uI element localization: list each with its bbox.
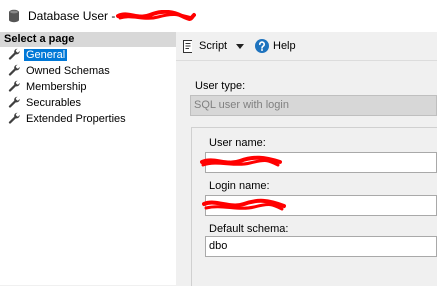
wrench-icon: [8, 48, 20, 60]
help-button[interactable]: Help: [255, 38, 296, 54]
wrench-icon: [8, 64, 20, 76]
page-selector-panel: Select a page General Owned Schemas Memb…: [0, 32, 177, 285]
wrench-icon: [8, 112, 20, 124]
toolbar-divider: [176, 60, 437, 61]
nav-item-label: Membership: [26, 81, 87, 93]
script-button-label: Script: [199, 40, 228, 52]
panel-header: Select a page: [0, 32, 176, 47]
chevron-down-icon[interactable]: [236, 43, 245, 49]
nav-item-membership[interactable]: Membership: [0, 79, 176, 95]
default-schema-field[interactable]: dbo: [205, 236, 437, 257]
wrench-icon: [8, 80, 20, 92]
title-bar: Database User -: [0, 0, 437, 33]
nav-item-label: Owned Schemas: [26, 65, 110, 77]
redaction-mark: [200, 155, 282, 167]
database-icon: [9, 9, 19, 23]
general-page: Script Help User type: SQL user with log…: [176, 32, 437, 286]
nav-item-label: General: [24, 49, 68, 61]
toolbar: Script Help: [176, 32, 437, 60]
nav-item-general[interactable]: General: [0, 47, 176, 63]
nav-item-owned-schemas[interactable]: Owned Schemas: [0, 63, 176, 79]
wrench-icon: [8, 96, 20, 108]
help-button-label: Help: [273, 40, 296, 52]
help-icon: [255, 39, 269, 53]
nav-item-label: Securables: [26, 97, 82, 109]
window-title: Database User -: [28, 9, 116, 23]
nav-item-label: Extended Properties: [26, 113, 126, 125]
redaction-mark: [202, 198, 286, 211]
login-name-label: Login name:: [209, 180, 270, 192]
user-type-field[interactable]: SQL user with login: [190, 95, 437, 116]
default-schema-label: Default schema:: [209, 223, 289, 235]
redaction-mark: [116, 10, 196, 21]
nav-item-securables[interactable]: Securables: [0, 95, 176, 111]
user-name-label: User name:: [209, 137, 266, 149]
nav-item-extended-properties[interactable]: Extended Properties: [0, 111, 176, 127]
script-icon: [183, 39, 195, 53]
user-type-label: User type:: [195, 80, 246, 92]
script-button[interactable]: Script: [183, 39, 245, 53]
